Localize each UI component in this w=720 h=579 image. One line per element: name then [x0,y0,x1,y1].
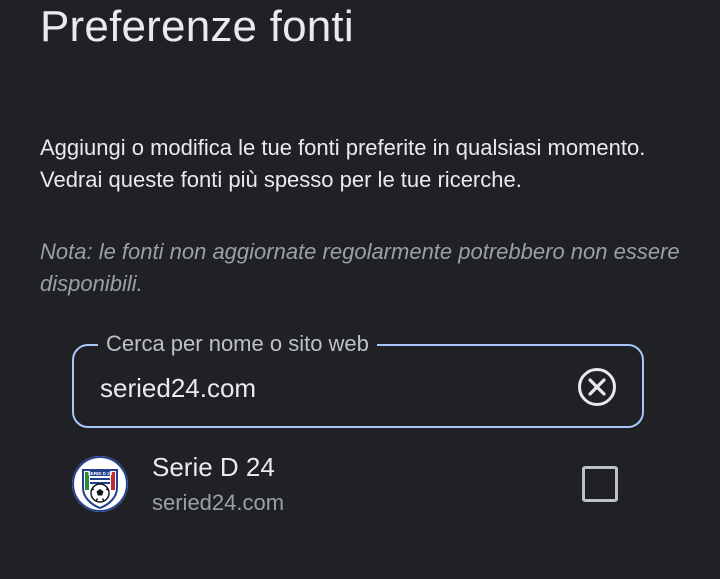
source-url: seried24.com [152,490,285,515]
search-field[interactable]: Cerca per nome o sito web seried24.com [72,331,644,428]
page-description: Aggiungi o modifica le tue fonti preferi… [40,135,646,192]
logo-text: SERIE D 24 [88,471,113,476]
source-checkbox[interactable] [582,466,618,502]
source-result-item[interactable]: SERIE D 24 Serie D 24 seried24.com [72,448,648,520]
clear-search-button[interactable] [576,366,618,408]
search-label: Cerca per nome o sito web [98,331,377,357]
page-note: Nota: le fonti non aggiornate regolarmen… [40,239,680,296]
serie-d-24-logo-icon: SERIE D 24 [72,456,128,512]
source-name: Serie D 24 [152,452,275,482]
search-input[interactable]: seried24.com [100,372,256,404]
close-circle-icon [578,368,616,406]
source-logo: SERIE D 24 [72,456,128,512]
page-title: Preferenze fonti [40,2,354,51]
